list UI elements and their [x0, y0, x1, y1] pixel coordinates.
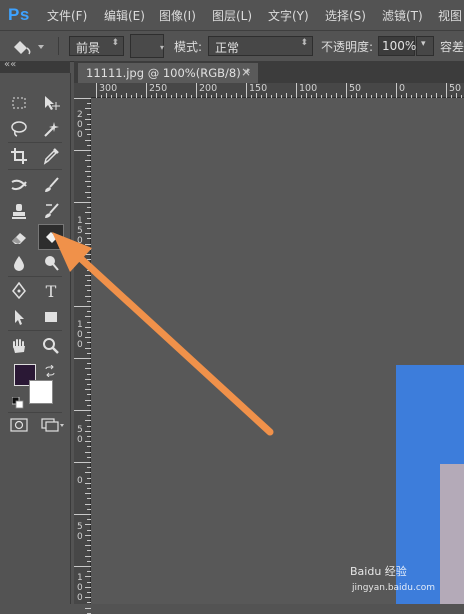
ruler-tick — [85, 607, 91, 609]
watermark-logo: Baidu 经验 — [350, 565, 407, 578]
watermark-url: jingyan.baidu.com — [352, 583, 436, 593]
annotation-arrow — [52, 232, 274, 436]
